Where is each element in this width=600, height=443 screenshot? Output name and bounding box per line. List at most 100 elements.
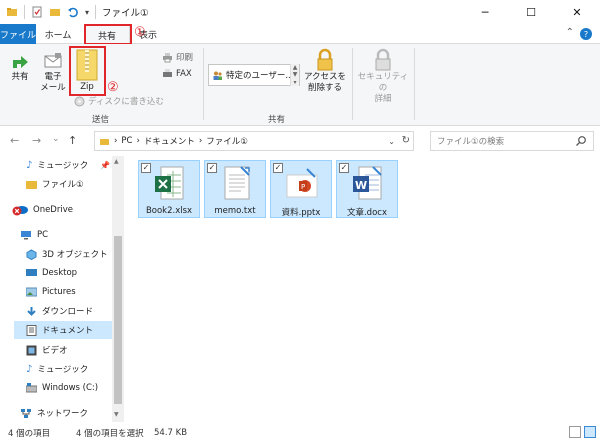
selection-checkbox[interactable]: ✓ xyxy=(273,163,283,173)
collapse-ribbon-icon[interactable]: ⌃ xyxy=(566,27,574,38)
nav-item-label: PC xyxy=(37,230,49,240)
drive-icon xyxy=(26,383,37,393)
security-lock-icon xyxy=(375,48,391,71)
annotation-number-2: ② xyxy=(107,80,119,95)
scroll-down-arrow[interactable]: ▼ xyxy=(114,411,119,418)
nav-item-label: ミュージック xyxy=(37,161,89,171)
list-scroll-up[interactable]: ▲ xyxy=(290,64,299,71)
nav-item-pictures[interactable]: Pictures xyxy=(26,283,76,301)
selection-checkbox[interactable]: ✓ xyxy=(339,163,349,173)
list-scroll-down[interactable]: ▼ xyxy=(290,71,299,78)
share-label: 共有 xyxy=(11,72,29,82)
file-name: 資料.pptx xyxy=(281,208,321,218)
chevron-down-icon[interactable]: ▾ xyxy=(85,8,89,17)
search-placeholder: ファイル①の検索 xyxy=(437,137,505,147)
nav-item-windows-drive[interactable]: Windows (C:) xyxy=(26,379,98,397)
group-separator xyxy=(203,48,204,120)
undo-icon[interactable] xyxy=(67,6,79,18)
pictures-icon xyxy=(26,287,37,297)
disc-icon xyxy=(74,96,85,106)
download-icon xyxy=(27,306,36,316)
status-selected-size: 54.7 KB xyxy=(154,427,188,438)
folder-icon xyxy=(26,181,37,189)
annotation-number-1: ① xyxy=(134,25,146,40)
network-icon xyxy=(21,408,31,418)
advanced-security-button[interactable]: セキュリティの 詳細 xyxy=(354,48,412,105)
large-icons-view-button[interactable] xyxy=(584,426,596,438)
new-folder-icon[interactable] xyxy=(49,6,61,18)
back-button[interactable]: ← xyxy=(10,134,19,147)
folder-icon xyxy=(7,8,17,16)
scroll-up-arrow[interactable]: ▲ xyxy=(114,158,119,165)
chevron-down-icon[interactable]: ⌄ xyxy=(388,137,395,146)
nav-item-music-quick[interactable]: ♪ ミュージック 📌 xyxy=(26,156,110,174)
3d-objects-icon xyxy=(26,248,37,260)
music-icon: ♪ xyxy=(26,363,33,375)
nav-item-videos[interactable]: ビデオ xyxy=(26,341,68,359)
close-button[interactable]: ✕ xyxy=(554,0,600,24)
crumb-documents[interactable]: ドキュメント xyxy=(144,135,195,147)
crumb-pc[interactable]: PC xyxy=(121,136,132,146)
email-button[interactable]: 電子 メール xyxy=(38,50,68,94)
status-bar: 4 個の項目 4 個の項目を選択 54.7 KB xyxy=(0,422,600,443)
onedrive-error-icon xyxy=(12,206,28,216)
file-item[interactable]: ✓ W 文章.docx xyxy=(336,160,398,218)
refresh-button[interactable]: ↻ xyxy=(402,135,410,146)
forward-button[interactable]: → xyxy=(32,134,41,147)
up-button[interactable]: ↑ xyxy=(68,134,77,147)
help-icon[interactable]: ? xyxy=(580,28,592,40)
burn-to-disc-button[interactable]: ディスクに書き込む xyxy=(74,95,164,107)
properties-icon[interactable] xyxy=(31,6,43,18)
nav-item-documents[interactable]: ドキュメント xyxy=(14,321,112,339)
share-with-label: 特定のユーザー... xyxy=(226,71,294,81)
remove-access-button[interactable]: アクセスを 削除する xyxy=(302,48,348,94)
scroll-thumb[interactable] xyxy=(114,236,122,404)
zip-button[interactable]: Zip xyxy=(72,48,102,93)
tab-home[interactable]: ホーム xyxy=(36,24,80,44)
pc-icon xyxy=(21,231,31,240)
nav-item-3d-objects[interactable]: 3D オブジェクト xyxy=(26,245,108,263)
users-icon xyxy=(213,71,222,80)
file-item[interactable]: ✓ memo.txt xyxy=(204,160,266,218)
fax-label: FAX xyxy=(176,68,192,79)
lock-icon xyxy=(317,48,333,71)
fax-button[interactable]: FAX xyxy=(162,68,192,79)
selection-checkbox[interactable]: ✓ xyxy=(207,163,217,173)
tab-file[interactable]: ファイル xyxy=(0,24,36,44)
nav-item-downloads[interactable]: ダウンロード xyxy=(26,302,93,320)
details-view-button[interactable] xyxy=(569,426,581,438)
remove-access-label-1: アクセスを xyxy=(303,72,347,82)
file-name: Book2.xlsx xyxy=(145,206,193,216)
nav-item-folder-quick[interactable]: ファイル① xyxy=(26,175,84,193)
music-icon: ♪ xyxy=(26,159,33,171)
crumb-current-folder[interactable]: ファイル① xyxy=(206,135,248,147)
nav-item-desktop[interactable]: Desktop xyxy=(26,264,77,282)
nav-scrollbar[interactable]: ▲ ▼ xyxy=(112,156,124,422)
nav-item-label: Windows (C:) xyxy=(42,383,99,393)
recent-locations-button[interactable]: ⌄ xyxy=(52,134,60,144)
list-expand[interactable]: ▾ xyxy=(290,78,299,86)
file-item[interactable]: ✓ Book2.xlsx xyxy=(138,160,200,218)
window-controls: ─ ☐ ✕ xyxy=(462,0,600,24)
nav-item-network[interactable]: ネットワーク xyxy=(20,404,88,422)
address-bar[interactable]: › PC › ドキュメント › ファイル① ⌄ ↻ xyxy=(94,131,414,151)
group-separator xyxy=(352,48,353,120)
status-item-count: 4 個の項目 xyxy=(8,428,51,439)
selection-checkbox[interactable]: ✓ xyxy=(141,163,151,173)
burn-label: ディスクに書き込む xyxy=(88,97,164,107)
tab-share[interactable]: 共有 xyxy=(84,24,130,45)
search-input[interactable]: ファイル①の検索 xyxy=(430,131,594,151)
nav-item-label: ダウンロード xyxy=(42,307,94,317)
nav-item-onedrive[interactable]: OneDrive xyxy=(12,201,73,219)
maximize-button[interactable]: ☐ xyxy=(508,0,554,24)
desktop-icon xyxy=(26,269,37,276)
print-button[interactable]: 印刷 xyxy=(162,51,193,63)
nav-item-pc[interactable]: PC xyxy=(20,226,48,244)
email-label-2: メール xyxy=(40,83,66,93)
minimize-button[interactable]: ─ xyxy=(462,0,508,24)
share-with-list[interactable]: 特定のユーザー... xyxy=(208,64,300,86)
nav-item-label: ファイル① xyxy=(42,180,84,190)
share-button[interactable]: 共有 xyxy=(6,50,34,83)
nav-item-music[interactable]: ♪ ミュージック xyxy=(26,360,88,378)
file-item[interactable]: ✓ P 資料.pptx xyxy=(270,160,332,218)
